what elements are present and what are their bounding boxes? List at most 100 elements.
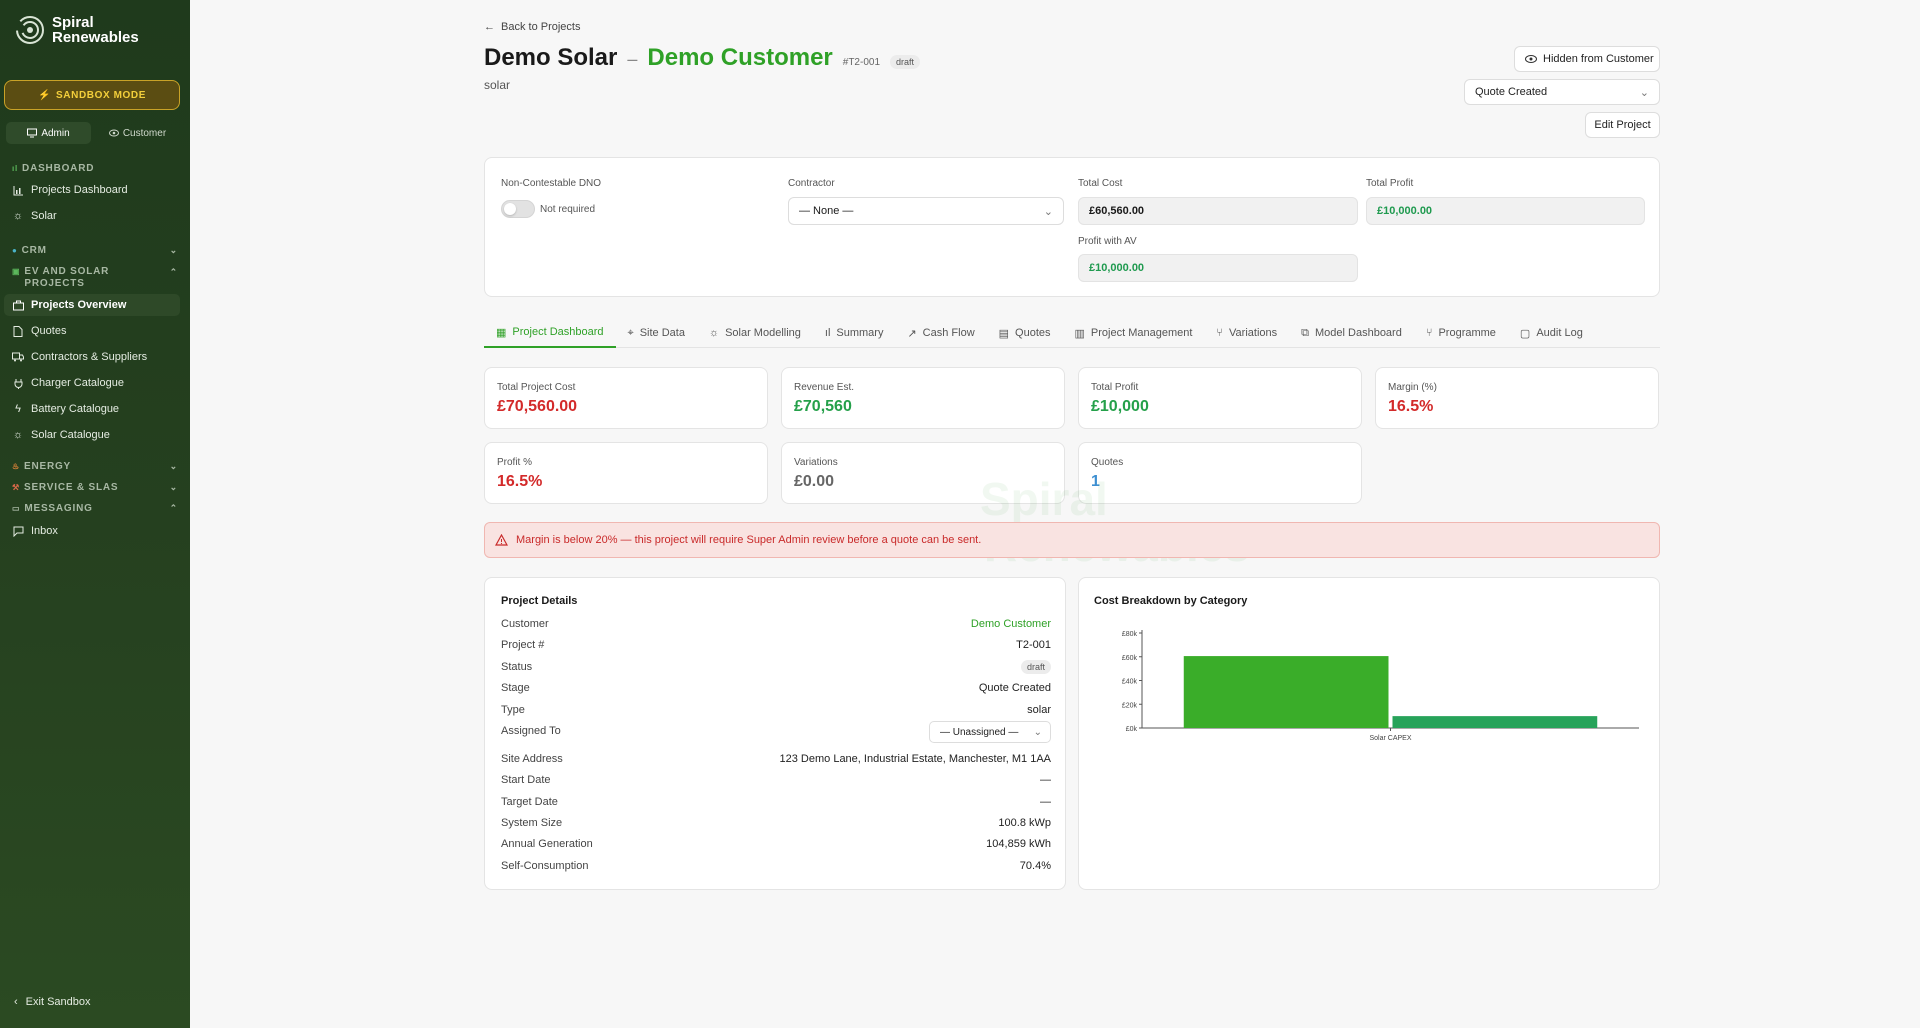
chevron-down-icon: ⌄ — [1033, 726, 1042, 738]
sidebar-item-inbox[interactable]: Inbox — [4, 520, 180, 542]
section-service[interactable]: ⚒ SERVICE & SLAS ⌄ — [12, 482, 177, 493]
dno-toggle[interactable] — [501, 200, 535, 218]
total-cost-field: £60,560.00 — [1078, 197, 1358, 225]
assigned-to-select[interactable]: — Unassigned — ⌄ — [929, 721, 1051, 743]
tab-cash-flow[interactable]: ↗ Cash Flow — [895, 318, 986, 348]
sidebar-item-contractors[interactable]: Contractors & Suppliers — [4, 346, 180, 368]
sidebar-item-solar-catalogue[interactable]: ☼ Solar Catalogue — [4, 424, 180, 446]
customer-link[interactable]: Demo Customer — [971, 618, 1051, 630]
back-to-projects-link[interactable]: ← Back to Projects — [484, 21, 580, 33]
metric-revenue-est: Revenue Est. £70,560 — [781, 367, 1065, 429]
edit-project-button[interactable]: Edit Project — [1585, 112, 1660, 138]
map-pin-icon: ⌖ — [627, 326, 634, 339]
tab-solar-modelling[interactable]: ☼ Solar Modelling — [697, 318, 813, 348]
sidebar-item-label: Projects Overview — [31, 299, 127, 311]
detail-value: 104,859 kWh — [986, 838, 1051, 850]
detail-value: — — [1040, 774, 1051, 786]
chat-bubble-icon — [12, 525, 24, 537]
detail-value: — — [1040, 796, 1051, 808]
role-customer-button[interactable]: Customer — [95, 122, 180, 144]
arrow-left-icon: ← — [484, 21, 495, 33]
tab-variations[interactable]: ⑂ Variations — [1204, 318, 1289, 348]
sidebar-item-charger-catalogue[interactable]: Charger Catalogue — [4, 372, 180, 394]
stage-select[interactable]: Quote Created ⌄ — [1464, 79, 1660, 105]
section-crm[interactable]: ● CRM ⌄ — [12, 245, 177, 256]
sidebar-item-quotes[interactable]: Quotes — [4, 320, 180, 342]
tab-label: Variations — [1229, 327, 1278, 339]
tab-label: Programme — [1438, 327, 1496, 339]
profit-av-label: Profit with AV — [1078, 236, 1137, 247]
contractor-select[interactable]: — None — ⌄ — [788, 197, 1064, 225]
assigned-value: — Unassigned — — [940, 726, 1019, 738]
warning-triangle-icon — [495, 534, 508, 546]
visibility-toggle-button[interactable]: Hidden from Customer — [1514, 46, 1660, 72]
detail-row-start-date: Start Date — — [501, 774, 1051, 792]
tab-label: Quotes — [1015, 327, 1051, 339]
sidebar-item-projects-overview[interactable]: Projects Overview — [4, 294, 180, 316]
sandbox-mode-badge[interactable]: ⚡ SANDBOX MODE — [4, 80, 180, 110]
customer-title-link[interactable]: Demo Customer — [647, 44, 832, 72]
metric-total-project-cost: Total Project Cost £70,560.00 — [484, 367, 768, 429]
watermark-line1: Spiral — [980, 473, 1108, 525]
project-number: #T2-001 — [842, 57, 881, 68]
tab-summary[interactable]: ıl Summary — [813, 318, 896, 348]
y-tick-label: £40k — [1122, 679, 1138, 686]
bar-0 — [1183, 656, 1389, 728]
tab-project-dashboard[interactable]: ▦ Project Dashboard — [484, 318, 616, 348]
detail-key: Assigned To — [501, 725, 561, 737]
detail-value: T2-001 — [1016, 639, 1051, 651]
brand-logo[interactable]: Spiral Renewables — [14, 14, 139, 46]
chevron-down-icon: ⌄ — [169, 245, 178, 255]
section-energy-label: ENERGY — [23, 461, 72, 472]
sun-icon: ☼ — [12, 210, 24, 222]
project-details-card: Project Details Customer Demo Customer P… — [484, 577, 1066, 890]
tab-programme[interactable]: ⑂ Programme — [1414, 318, 1508, 348]
sandbox-label: SANDBOX MODE — [56, 89, 147, 101]
role-admin-button[interactable]: Admin — [6, 122, 91, 144]
detail-row-self-consumption: Self-Consumption 70.4% — [501, 860, 1051, 878]
tab-label: Project Dashboard — [512, 326, 604, 338]
section-messaging[interactable]: ▭ MESSAGING ⌃ — [12, 503, 177, 514]
metric-margin: Margin (%) 16.5% — [1375, 367, 1659, 429]
section-service-label: SERVICE & SLAS — [23, 482, 119, 493]
visibility-label: Hidden from Customer — [1543, 53, 1654, 65]
y-tick-label: £60k — [1122, 655, 1138, 662]
tab-audit-log[interactable]: ▢ Audit Log — [1508, 318, 1595, 348]
section-ev-solar-projects[interactable]: ▣ EV AND SOLAR PROJECTS ⌃ — [12, 266, 177, 290]
tab-site-data[interactable]: ⌖ Site Data — [616, 318, 697, 348]
section-energy[interactable]: ♨ ENERGY ⌄ — [12, 461, 177, 472]
project-tabs: ▦ Project Dashboard ⌖ Site Data ☼ Solar … — [484, 318, 1660, 348]
sun-icon: ☼ — [708, 327, 720, 339]
chevron-left-icon: ‹ — [14, 996, 18, 1008]
sidebar-item-solar[interactable]: ☼ Solar — [4, 205, 180, 227]
chart-title: Cost Breakdown by Category — [1094, 595, 1248, 607]
detail-row-customer: Customer Demo Customer — [501, 618, 1051, 636]
sidebar-item-battery-catalogue[interactable]: ϟ Battery Catalogue — [4, 398, 180, 420]
folder-icon: ▣ — [12, 267, 21, 276]
section-dashboard[interactable]: ıl DASHBOARD — [12, 163, 172, 174]
tab-project-management[interactable]: ▥ Project Management — [1063, 318, 1205, 348]
sidebar-item-label: Quotes — [31, 325, 67, 337]
role-customer-label: Customer — [122, 127, 167, 139]
metric-value: £10,000 — [1091, 398, 1149, 415]
metric-label: Total Profit — [1091, 382, 1139, 393]
detail-key: Target Date — [501, 796, 558, 808]
sidebar-item-label: Battery Catalogue — [31, 403, 120, 415]
detail-value: 100.8 kWp — [998, 817, 1051, 829]
metric-label: Variations — [794, 457, 838, 468]
detail-value: 70.4% — [1019, 860, 1051, 872]
detail-key: Self-Consumption — [501, 860, 589, 872]
chevron-down-icon: ⌄ — [1043, 205, 1053, 218]
y-tick-label: £80k — [1122, 631, 1138, 638]
y-tick-label: £0k — [1126, 726, 1138, 733]
tab-model-dashboard[interactable]: ⧉ Model Dashboard — [1289, 318, 1414, 348]
git-branch-icon: ⑂ — [1425, 327, 1433, 339]
exit-sandbox-button[interactable]: ‹ Exit Sandbox — [14, 996, 91, 1008]
tab-quotes[interactable]: ▤ Quotes — [987, 318, 1063, 348]
sidebar-item-projects-dashboard[interactable]: Projects Dashboard — [4, 179, 180, 201]
spiral-logo-icon — [16, 16, 44, 44]
metric-label: Quotes — [1091, 457, 1124, 468]
external-link-icon: ⧉ — [1301, 326, 1309, 339]
sun-icon: ☼ — [12, 429, 24, 441]
brand-name-line1: Spiral — [52, 14, 94, 31]
